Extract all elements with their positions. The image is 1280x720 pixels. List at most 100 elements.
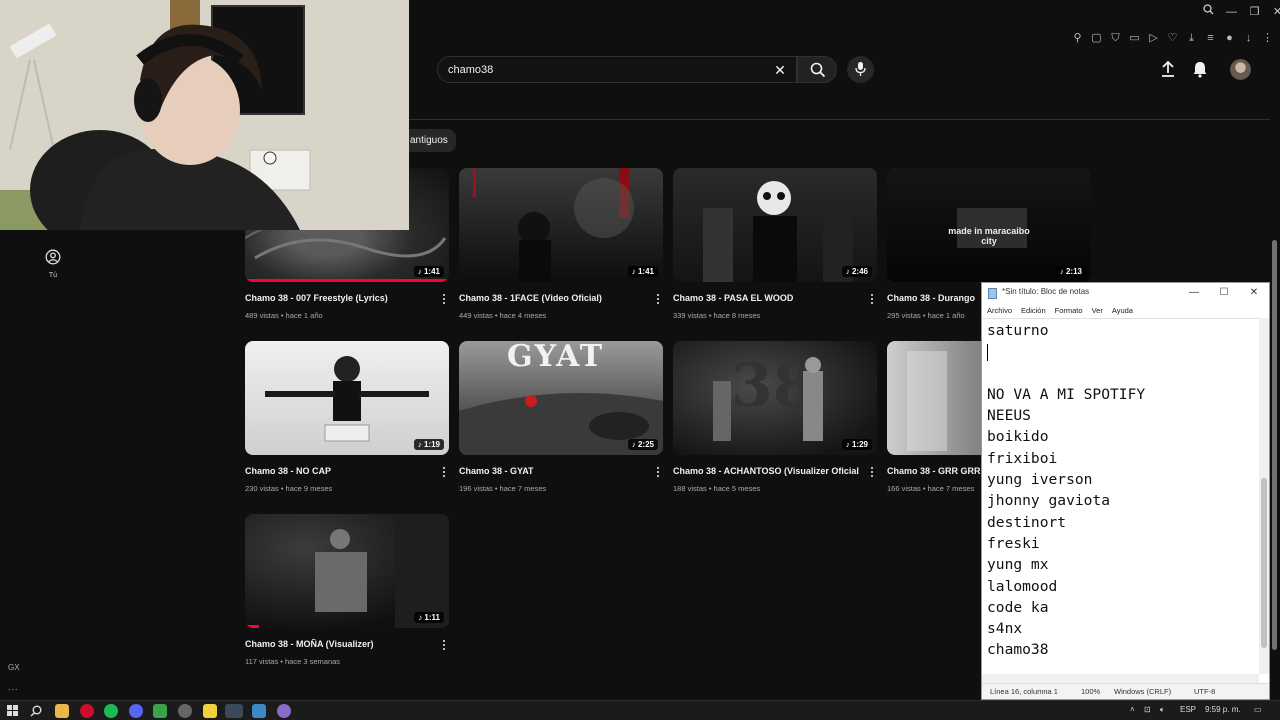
notepad-close-icon[interactable]: ✕	[1240, 285, 1268, 301]
xbox-app-icon[interactable]	[153, 704, 167, 718]
video-title[interactable]: Chamo 38 - MOÑA (Visualizer)	[245, 639, 431, 649]
clear-search-icon[interactable]: ✕	[770, 60, 790, 80]
notepad-text-area[interactable]: saturno NO VA A MI SPOTIFY NEEUS boikido…	[982, 318, 1259, 674]
download-arrow-icon[interactable]: ↓	[1242, 30, 1255, 46]
video-card[interactable]: ♪ 2:46 Chamo 38 - PASA EL WOOD 339 vista…	[673, 168, 877, 328]
text-line: jhonny gaviota	[987, 492, 1111, 510]
video-more-icon[interactable]	[439, 466, 449, 478]
close-icon[interactable]: ✕	[1268, 3, 1280, 21]
sidebar-toggle-icon[interactable]: ≡	[1204, 30, 1217, 46]
volume-icon[interactable]: 🔈︎	[1160, 705, 1165, 715]
video-more-icon[interactable]	[653, 466, 663, 478]
sidebar-more-icon[interactable]: ...	[8, 682, 19, 692]
voice-search-button[interactable]	[847, 56, 874, 83]
video-thumbnail[interactable]: 38 ♪ 1:29	[673, 341, 877, 455]
video-duration: ♪ 1:11	[414, 612, 444, 623]
opera-gx-icon[interactable]	[80, 704, 94, 718]
line-ending: Windows (CRLF)	[1114, 687, 1172, 696]
video-title[interactable]: Chamo 38 - 007 Freestyle (Lyrics)	[245, 293, 431, 303]
heart-icon[interactable]: ♡	[1166, 30, 1179, 46]
video-more-icon[interactable]	[439, 639, 449, 651]
menu-formato[interactable]: Formato	[1055, 303, 1083, 318]
text-line: chamo38	[987, 641, 1049, 659]
video-thumbnail[interactable]: ♪ 1:19	[245, 341, 449, 455]
windows-start-icon[interactable]	[7, 705, 18, 716]
video-card[interactable]: 38 ♪ 1:29 Chamo 38 - ACHANTOSO (Visualiz…	[673, 341, 877, 501]
upload-icon[interactable]	[1159, 60, 1179, 80]
encoding: UTF-8	[1194, 687, 1216, 696]
play-icon[interactable]: ▷	[1147, 30, 1160, 46]
sidebar-gx-label[interactable]: GX	[8, 663, 20, 672]
video-popout-icon[interactable]: ▭	[1128, 30, 1141, 46]
video-meta: 449 vistas • hace 4 meses	[459, 311, 547, 320]
duration-text: 1:11	[424, 613, 440, 622]
search-input[interactable]	[448, 62, 768, 78]
download-icon[interactable]: ⤓	[1185, 30, 1198, 46]
video-card[interactable]: GYAT ♪ 2:25 Chamo 38 - GYAT 196 vistas •…	[459, 341, 663, 501]
clock[interactable]: 9:59 p. m.	[1205, 705, 1241, 714]
video-title[interactable]: Chamo 38 - NO CAP	[245, 466, 431, 476]
video-title[interactable]: Chamo 38 - 1FACE (Video Oficial)	[459, 293, 645, 303]
notepad-maximize-icon[interactable]: ☐	[1210, 285, 1238, 301]
sidebar-item-you[interactable]: Tú	[38, 249, 68, 279]
video-thumbnail[interactable]: ♪ 1:41	[459, 168, 663, 282]
language-indicator[interactable]: ESP	[1180, 705, 1196, 714]
video-title[interactable]: Chamo 38 - PASA EL WOOD	[673, 293, 859, 303]
spotify-icon[interactable]	[104, 704, 118, 718]
video-thumbnail[interactable]: made in maracaibo city ♪ 2:13	[887, 168, 1091, 282]
pin-icon[interactable]: ⚲	[1071, 30, 1084, 46]
video-more-icon[interactable]	[439, 293, 449, 305]
video-card[interactable]: ♪ 1:11 Chamo 38 - MOÑA (Visualizer) 117 …	[245, 514, 449, 674]
account-avatar[interactable]	[1230, 59, 1251, 80]
taskbar-search-icon[interactable]	[30, 705, 42, 717]
video-more-icon[interactable]	[867, 293, 877, 305]
notepad-window[interactable]: *Sin título: Bloc de notas — ☐ ✕ Archivo…	[981, 282, 1270, 700]
discord-icon[interactable]	[129, 704, 143, 718]
notepad-horizontal-scrollbar[interactable]	[982, 674, 1259, 683]
minimize-icon[interactable]: —	[1222, 3, 1241, 21]
menu-archivo[interactable]: Archivo	[987, 303, 1012, 318]
sidebar-item-label: Tú	[48, 272, 58, 279]
video-thumbnail[interactable]: ♪ 2:46	[673, 168, 877, 282]
thumbnail-art	[315, 514, 449, 628]
obs-icon[interactable]	[178, 704, 192, 718]
text-line: code ka	[987, 598, 1049, 616]
restore-icon[interactable]: ❐	[1245, 3, 1264, 21]
video-more-icon[interactable]	[653, 293, 663, 305]
notepad-titlebar[interactable]: *Sin título: Bloc de notas — ☐ ✕	[982, 283, 1269, 303]
menu-ver[interactable]: Ver	[1092, 303, 1103, 318]
video-title[interactable]: Chamo 38 - GYAT	[459, 466, 645, 476]
page-scrollbar[interactable]	[1271, 236, 1277, 656]
search-button[interactable]	[797, 56, 837, 83]
video-thumbnail[interactable]: GYAT ♪ 2:25	[459, 341, 663, 455]
search-icon	[810, 62, 826, 78]
video-card[interactable]: ♪ 1:19 Chamo 38 - NO CAP 230 vistas • ha…	[245, 341, 449, 501]
video-title[interactable]: Chamo 38 - ACHANTOSO (Visualizer Oficial…	[673, 466, 859, 476]
video-thumbnail[interactable]: ♪ 1:11	[245, 514, 449, 628]
header-divider	[409, 119, 1270, 120]
tray-chevron-icon[interactable]: ˄	[1130, 705, 1135, 714]
scrollbar-thumb[interactable]	[1261, 478, 1267, 648]
text-line: destinort	[987, 513, 1067, 531]
notepad-task-icon[interactable]	[225, 704, 243, 718]
menu-edicion[interactable]: Edición	[1021, 303, 1046, 318]
video-more-icon[interactable]	[867, 466, 877, 478]
shield-icon[interactable]: ⛉	[1109, 30, 1122, 46]
profile-icon[interactable]: ●	[1223, 30, 1236, 46]
menu-icon[interactable]: ⋮	[1261, 30, 1274, 46]
media-player-icon[interactable]	[277, 704, 291, 718]
video-card[interactable]: ♪ 1:41 Chamo 38 - 1FACE (Video Oficial) …	[459, 168, 663, 328]
notifications-bell-icon[interactable]	[1191, 60, 1211, 80]
menu-ayuda[interactable]: Ayuda	[1112, 303, 1133, 318]
video-duration: ♪ 2:13	[1055, 266, 1086, 277]
sticky-notes-icon[interactable]	[203, 704, 217, 718]
notepad-vertical-scrollbar[interactable]	[1259, 318, 1269, 674]
scrollbar-thumb[interactable]	[1272, 240, 1277, 650]
network-icon[interactable]: ⊡	[1144, 705, 1151, 714]
screenshot-icon[interactable]: ▢	[1090, 30, 1103, 46]
notifications-icon[interactable]: ▭	[1254, 705, 1262, 714]
photos-icon[interactable]	[252, 704, 266, 718]
notepad-minimize-icon[interactable]: —	[1180, 285, 1208, 301]
file-explorer-icon[interactable]	[55, 704, 69, 718]
browser-search-icon[interactable]	[1199, 3, 1218, 21]
